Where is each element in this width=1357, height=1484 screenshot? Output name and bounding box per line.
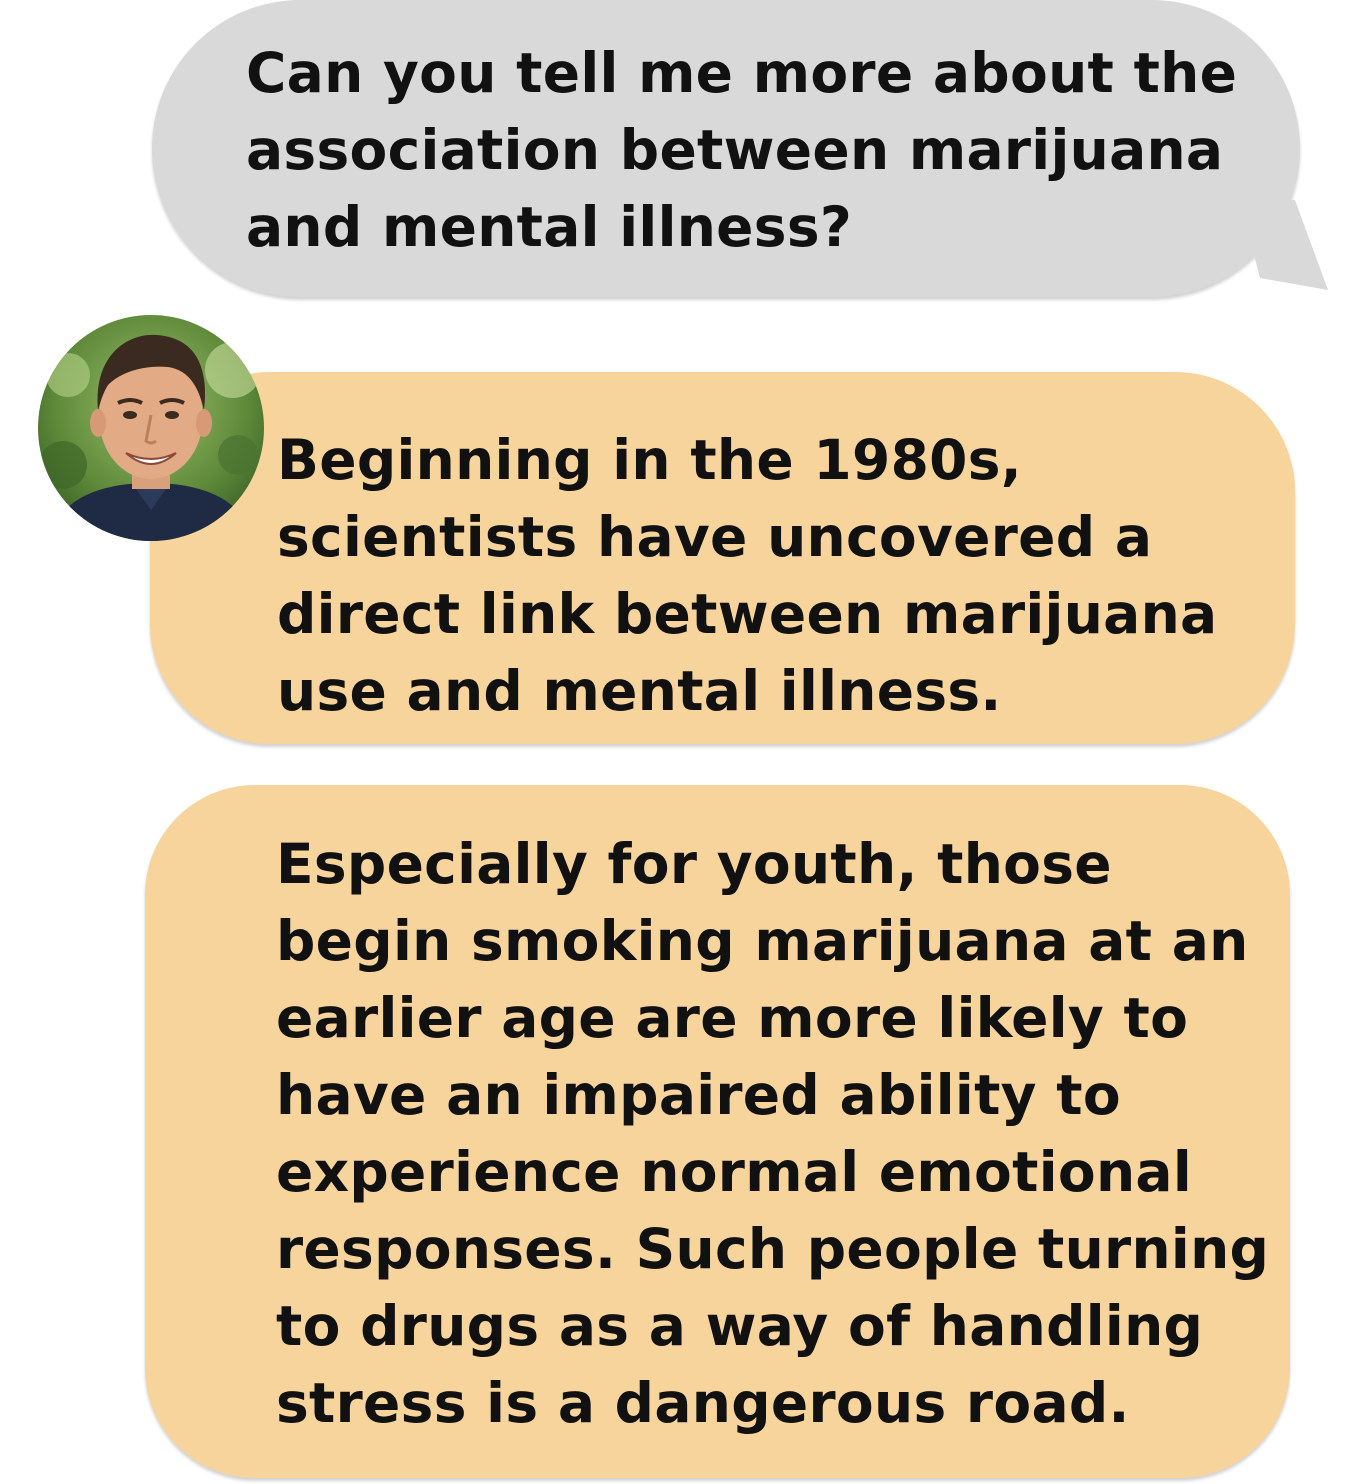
- user-message-text: Can you tell me more about the associati…: [246, 41, 1238, 259]
- avatar-photo-icon: [38, 315, 264, 541]
- assistant-message-text: Beginning in the 1980s, scientists have …: [277, 428, 1218, 723]
- assistant-avatar: [38, 315, 264, 541]
- assistant-message-text: Especially for youth, those begin smokin…: [276, 832, 1270, 1435]
